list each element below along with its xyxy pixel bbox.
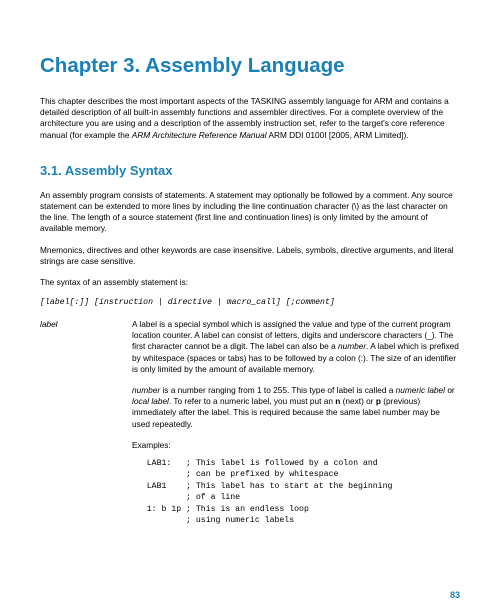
- def2-b: or: [445, 385, 455, 395]
- def2-em2: numeric label: [396, 385, 445, 395]
- code-example: LAB1: ; This label is followed by a colo…: [132, 458, 460, 527]
- para-3: The syntax of an assembly statement is:: [40, 277, 460, 288]
- examples-label: Examples:: [132, 440, 460, 450]
- def-term-empty: [40, 385, 132, 430]
- def2-d: (next) or: [340, 396, 376, 406]
- chapter-title: Chapter 3. Assembly Language: [40, 54, 460, 78]
- def-desc-2: number is a number ranging from 1 to 255…: [132, 385, 460, 430]
- intro-tail: ARM DDI 0100I [2005, ARM Limited]).: [267, 130, 409, 140]
- definition-row-label: label A label is a special symbol which …: [40, 319, 460, 375]
- def2-c: . To refer to a numeric label, you must …: [169, 396, 335, 406]
- intro-emphasis: ARM Architecture Reference Manual: [132, 130, 267, 140]
- intro-paragraph: This chapter describes the most importan…: [40, 96, 460, 141]
- def1-em1: number: [338, 341, 366, 351]
- def2-em1: number: [132, 385, 160, 395]
- definition-row-number: number is a number ranging from 1 to 255…: [40, 385, 460, 430]
- page-number: 83: [450, 590, 460, 600]
- para-1: An assembly program consists of statemen…: [40, 190, 460, 235]
- def2-em3: local label: [132, 396, 169, 406]
- def2-a: is a number ranging from 1 to 255. This …: [160, 385, 396, 395]
- section-title: 3.1. Assembly Syntax: [40, 163, 460, 178]
- def-desc-1: A label is a special symbol which is ass…: [132, 319, 460, 375]
- syntax-line: [label[:]] [instruction | directive | ma…: [40, 298, 460, 307]
- def-term: label: [40, 319, 132, 375]
- para-2: Mnemonics, directives and other keywords…: [40, 245, 460, 267]
